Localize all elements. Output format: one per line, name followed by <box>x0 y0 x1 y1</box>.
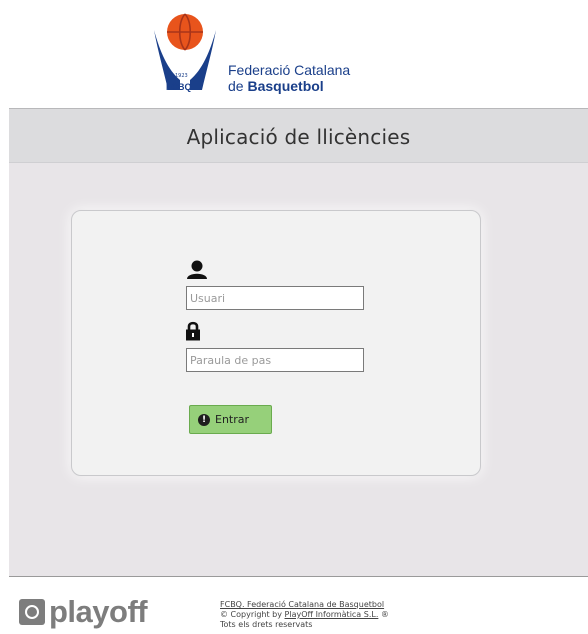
alert-circle-icon: ! <box>198 413 210 426</box>
org-name-line2: de Basquetbol <box>228 78 350 94</box>
playoff-mark-icon <box>19 599 45 625</box>
playoff-logo: playoff <box>19 592 148 632</box>
org-name-prefix: de <box>228 78 248 94</box>
copyright-prefix: © Copyright by <box>220 610 285 619</box>
username-input[interactable] <box>186 286 364 310</box>
fcbq-link[interactable]: FCBQ. Federació Catalana de Basquetbol <box>220 600 384 609</box>
divider <box>9 576 588 577</box>
org-name: Federació Catalana de Basquetbol <box>228 62 350 94</box>
org-name-bold: Basquetbol <box>247 78 324 94</box>
login-button[interactable]: ! Entrar <box>189 405 272 434</box>
login-card <box>71 210 481 476</box>
header-logo-area: 1923 FCBQ Federació Catalana de Basquetb… <box>0 0 588 108</box>
logo-year: 1923 <box>175 73 188 79</box>
rights-line: Tots els drets reservats <box>220 620 313 629</box>
playoff-link[interactable]: PlayOff Informàtica S.L. <box>285 610 379 619</box>
playoff-wordmark: playoff <box>49 594 148 629</box>
title-bar: Aplicació de llicències <box>9 108 588 163</box>
user-icon <box>187 260 207 279</box>
login-button-label: Entrar <box>215 413 250 426</box>
org-name-line1: Federació Catalana <box>228 62 351 78</box>
copyright-suffix: ® <box>378 610 389 619</box>
logo-abbrev: FCBQ <box>166 82 192 92</box>
copyright-line: © Copyright by PlayOff Informàtica S.L. … <box>220 610 389 620</box>
lock-icon <box>186 321 200 341</box>
password-input[interactable] <box>186 348 364 372</box>
page-title: Aplicació de llicències <box>186 125 411 149</box>
footer-text: FCBQ. Federació Catalana de Basquetbol ©… <box>220 600 389 630</box>
